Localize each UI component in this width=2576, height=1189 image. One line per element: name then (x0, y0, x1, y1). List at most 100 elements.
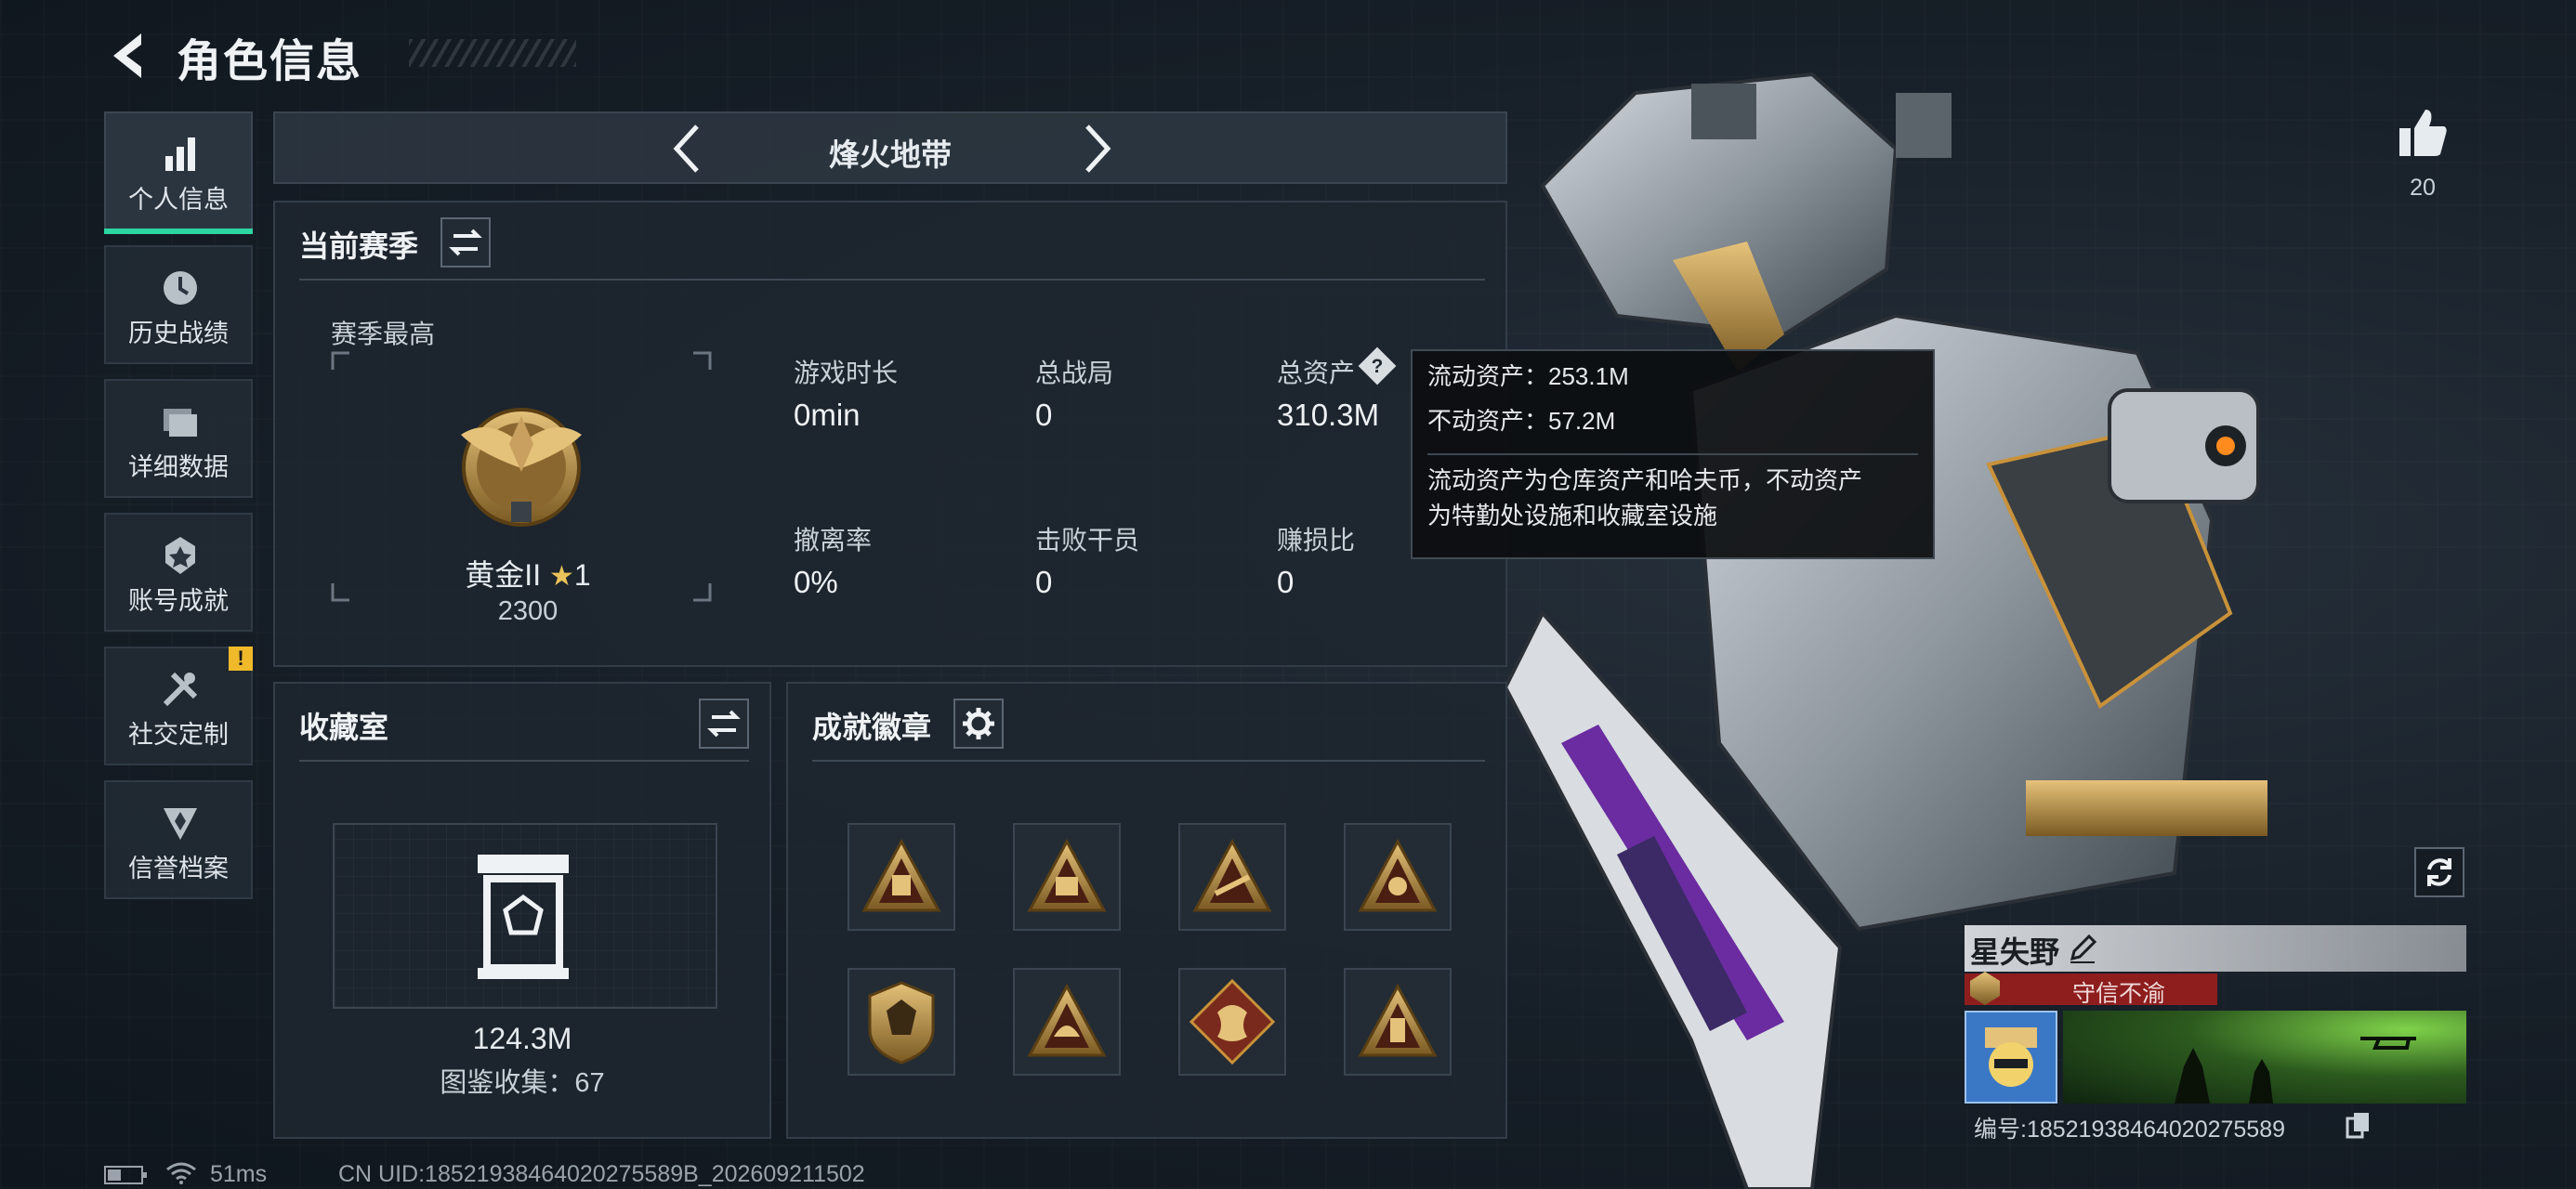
achievement-badge[interactable] (848, 968, 955, 1076)
triangle-badge-icon (1192, 838, 1272, 912)
clock-icon (164, 271, 197, 305)
season-switch-button[interactable] (440, 217, 491, 268)
refresh-icon (2427, 858, 2451, 886)
stat-value-profit-ratio: 0 (1277, 565, 1295, 599)
sidebar-item-label: 账号成就 (128, 587, 229, 615)
triangle-badge-icon (1358, 983, 1438, 1057)
diamond-badge-icon (1189, 978, 1276, 1065)
collection-title: 收藏室 (299, 711, 389, 744)
stat-value-extraction-rate: 0% (794, 565, 838, 599)
triangle-badge-icon (1358, 838, 1438, 912)
avatar[interactable] (1965, 1011, 2057, 1104)
help-icon[interactable]: ? (1358, 346, 1397, 385)
rank-line: 黄金II ★1 (444, 552, 611, 594)
collection-panel: 收藏室 124.3M 图鉴收集：67 (273, 682, 771, 1139)
wifi-icon (166, 1162, 196, 1184)
achievements-panel: 成就徽章 (786, 682, 1507, 1139)
edit-icon[interactable] (2067, 933, 2098, 964)
rank-score: 2300 (497, 596, 559, 626)
achievement-badge[interactable] (848, 823, 955, 931)
bar-chart-icon (165, 137, 195, 171)
divider (299, 279, 1485, 281)
player-id: 编号:18521938464020275589 (1974, 1117, 2286, 1143)
achievements-title: 成就徽章 (812, 711, 932, 744)
thumbs-up-icon[interactable] (2396, 106, 2450, 160)
sidebar-item-label: 信誉档案 (128, 855, 229, 882)
stat-label-playtime: 游戏时长 (794, 359, 899, 387)
sidebar-item-credit-record[interactable]: 信誉档案 (104, 780, 253, 899)
divider (812, 760, 1485, 762)
sidebar-item-label: 社交定制 (128, 721, 229, 749)
triangle-badge-icon (1027, 838, 1107, 912)
player-name: 星失野 (1970, 935, 2060, 969)
liquid-assets: 流动资产：253.1M (1427, 362, 1629, 390)
achievements-settings-button[interactable] (953, 699, 1004, 749)
shield-badge-icon (868, 981, 935, 1065)
stat-label-total-assets: 总资产 (1277, 359, 1356, 387)
mode-selector: 烽火地带 (273, 111, 1507, 184)
rank-stars: 1 (573, 558, 591, 592)
achievement-badge[interactable] (1178, 823, 1286, 931)
achievement-badge[interactable] (1178, 968, 1286, 1076)
back-arrow-icon[interactable] (104, 28, 151, 84)
folder-icon (164, 409, 197, 437)
player-title: 守信不渝 (2071, 981, 2165, 1007)
chevron-right-icon[interactable] (1078, 123, 1115, 175)
tooltip-desc-1: 流动资产为仓库资产和哈夫币，不动资产 (1427, 466, 1863, 494)
mode-name: 烽火地带 (829, 137, 952, 172)
sidebar-item-label: 详细数据 (128, 453, 229, 481)
page-title: 角色信息 (177, 37, 363, 86)
triangle-badge-icon (861, 838, 941, 912)
divider (1427, 453, 1918, 455)
alert-badge: ! (229, 647, 253, 671)
catalog-count: 图鉴收集：67 (440, 1068, 605, 1098)
active-indicator (104, 229, 253, 234)
gear-icon (963, 708, 994, 739)
assets-tooltip: 流动资产：253.1M 不动资产：57.2M 流动资产为仓库资产和哈夫币，不动资… (1411, 349, 1935, 559)
medal-icon (165, 537, 195, 574)
name-card-banner (2063, 1011, 2466, 1104)
divider (299, 760, 749, 762)
soldiers-silhouette (2175, 1037, 2416, 1104)
rank-name: 黄金II (465, 558, 542, 592)
season-title: 当前赛季 (299, 229, 419, 263)
stat-value-playtime: 0min (794, 398, 861, 432)
refresh-button[interactable] (2414, 847, 2464, 897)
achievement-badge[interactable] (1344, 823, 1452, 931)
sidebar-item-achievements[interactable]: 账号成就 (104, 513, 253, 632)
stat-label-operators-defeated: 击败干员 (1035, 526, 1140, 555)
sidebar-item-detailed-data[interactable]: 详细数据 (104, 379, 253, 498)
copy-icon[interactable] (2346, 1111, 2372, 1139)
sidebar-item-label: 个人信息 (128, 186, 229, 214)
sidebar-item-history[interactable]: 历史战绩 (104, 245, 253, 364)
achievement-badge[interactable] (1013, 823, 1121, 931)
tooltip-desc-2: 为特勤处设施和收藏室设施 (1427, 502, 1718, 529)
display-case-icon (478, 855, 569, 979)
stat-value-operators-defeated: 0 (1035, 565, 1053, 599)
sidebar-item-social-custom[interactable]: 社交定制 ! (104, 647, 253, 765)
collection-value: 124.3M (472, 1022, 572, 1055)
stat-value-total-assets: 310.3M (1277, 398, 1380, 432)
season-best-label: 赛季最高 (331, 320, 436, 348)
stat-value-total-matches: 0 (1035, 398, 1053, 432)
achievement-badge[interactable] (1013, 968, 1121, 1076)
player-card: 星失野 守信不渝 编号:18521938464020275589 (1965, 925, 2466, 1148)
title-emblem-icon (1970, 972, 2000, 1005)
avatar-art-icon (1985, 1027, 2037, 1087)
triangle-badge-icon (1027, 983, 1107, 1057)
fixed-assets: 不动资产：57.2M (1427, 407, 1616, 435)
swap-icon (707, 710, 741, 738)
sidebar-item-personal-info[interactable]: 个人信息 (104, 111, 253, 234)
stat-label-extraction-rate: 撤离率 (794, 526, 873, 555)
shield-icon (164, 808, 197, 840)
title-decoration (409, 39, 576, 67)
stat-label-total-matches: 总战局 (1035, 359, 1114, 387)
collection-switch-button[interactable] (699, 699, 749, 749)
stat-label-profit-ratio: 赚损比 (1277, 526, 1356, 555)
achievement-badge[interactable] (1344, 968, 1452, 1076)
ping: 51ms (210, 1161, 268, 1187)
tools-icon (163, 672, 198, 707)
battery-icon (104, 1166, 147, 1184)
gold-rank-emblem-icon (461, 408, 582, 527)
like-count: 20 (2410, 175, 2436, 201)
